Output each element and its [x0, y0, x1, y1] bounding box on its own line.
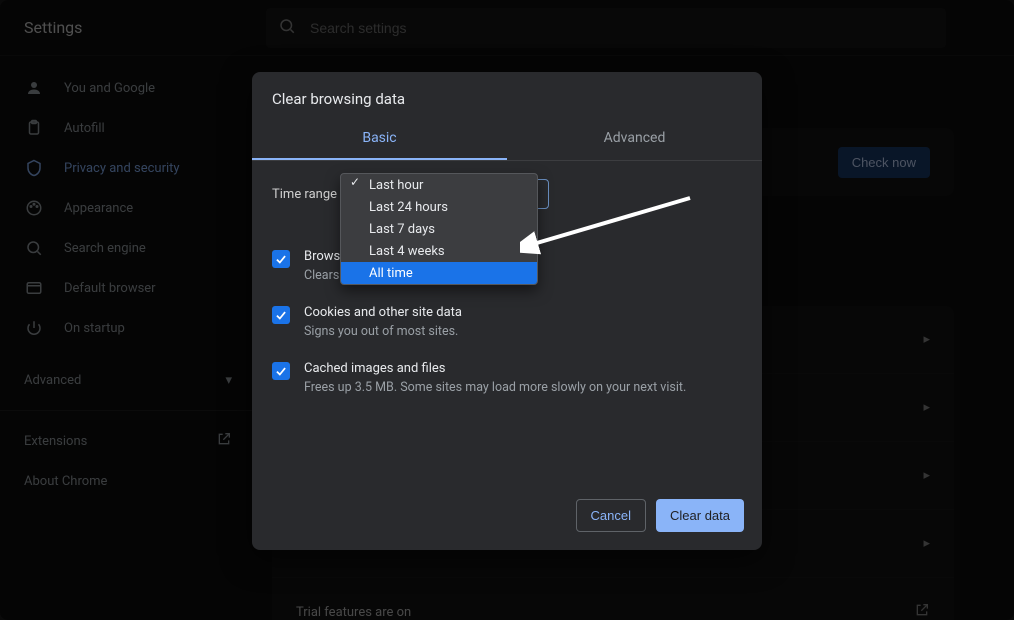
checkbox-sublabel: Signs you out of most sites.: [304, 324, 462, 339]
dropdown-option-last-hour[interactable]: Last hour: [341, 174, 537, 196]
checkbox-sublabel: Frees up 3.5 MB. Some sites may load mor…: [304, 380, 686, 395]
time-range-dropdown: Last hour Last 24 hours Last 7 days Last…: [340, 173, 538, 285]
cancel-button[interactable]: Cancel: [576, 499, 646, 532]
dropdown-option-last-24-hours[interactable]: Last 24 hours: [341, 196, 537, 218]
settings-page: Settings You and Google Autofill Privacy…: [0, 0, 1014, 620]
checkbox-sublabel: Clears: [304, 268, 340, 283]
dropdown-option-last-4-weeks[interactable]: Last 4 weeks: [341, 240, 537, 262]
checkbox-label: Cached images and files: [304, 361, 686, 376]
dialog-tabs: Basic Advanced: [252, 120, 762, 161]
dialog-title: Clear browsing data: [252, 72, 762, 120]
checkbox-label: Brows: [304, 249, 340, 264]
checkbox-label: Cookies and other site data: [304, 305, 462, 320]
dialog-form: Time range Brows Clears Cookies and othe…: [252, 161, 762, 485]
clear-data-button[interactable]: Clear data: [656, 499, 744, 532]
checkbox-browsing-history[interactable]: [272, 250, 290, 268]
dropdown-option-last-7-days[interactable]: Last 7 days: [341, 218, 537, 240]
tab-advanced[interactable]: Advanced: [507, 120, 762, 160]
clear-browsing-data-dialog: Clear browsing data Basic Advanced Time …: [252, 72, 762, 550]
checkbox-cookies[interactable]: [272, 306, 290, 324]
tab-basic[interactable]: Basic: [252, 120, 507, 160]
time-range-label: Time range: [272, 187, 337, 202]
dropdown-option-all-time[interactable]: All time: [341, 262, 537, 284]
checkbox-cached[interactable]: [272, 362, 290, 380]
